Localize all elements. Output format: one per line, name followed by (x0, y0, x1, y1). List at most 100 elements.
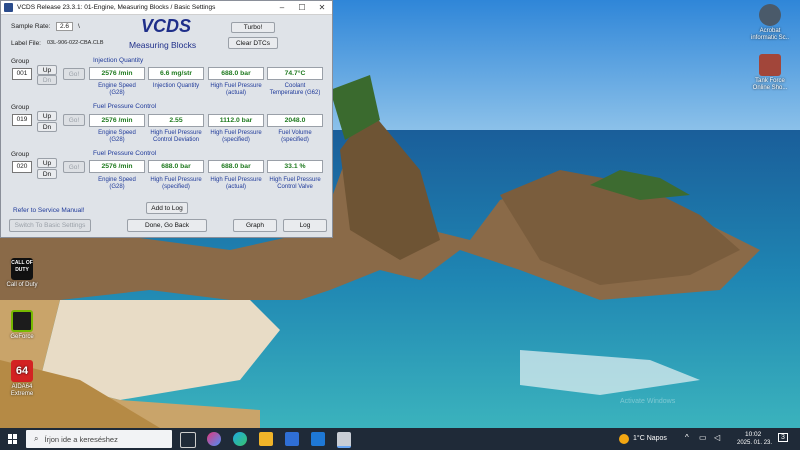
clock-time[interactable]: 10:02 (745, 431, 761, 438)
copilot-icon[interactable] (207, 432, 221, 446)
group-number-input[interactable]: 019 (12, 114, 32, 126)
task-view-icon[interactable] (180, 432, 196, 448)
edge-icon[interactable] (233, 432, 247, 446)
vcds-window: VCDS Release 23.3.1: 01-Engine, Measurin… (0, 0, 333, 238)
group-go-button[interactable]: Go! (63, 68, 85, 80)
value-caption: Coolant Temperature (G62) (269, 83, 321, 96)
desktop-icon-acrobat[interactable]: Acrobat informatic Sc.. (748, 4, 792, 42)
vcds-app-icon (4, 3, 13, 12)
aida64-icon: 64 (11, 360, 33, 382)
activation-watermark: Activate Windows (620, 398, 676, 405)
group-up-button[interactable]: Up (37, 65, 57, 75)
log-button[interactable]: Log (283, 219, 327, 232)
taskbar: ⌕ Írjon ide a kereséshez 1°C Napos ^ ▭ ◁… (0, 428, 800, 450)
desktop-icon-label: Acrobat informatic Sc.. (750, 28, 789, 41)
desktop-icon-aida64[interactable]: 64 AIDA64 Extreme (0, 360, 44, 398)
value-caption: Fuel Volume (specified) (278, 130, 312, 143)
group-title: Injection Quantity (93, 57, 144, 64)
call-of-duty-icon: CALL OF DUTY (11, 258, 33, 280)
value-field: 2576 /min (89, 67, 145, 80)
desktop-icon-tank-force[interactable]: Tank Force Online Sho... (748, 54, 792, 92)
minimize-icon[interactable]: – (272, 3, 292, 12)
value-field: 2576 /min (89, 114, 145, 127)
group-number-input[interactable]: 001 (12, 68, 32, 80)
value-caption: High Fuel Pressure Control Valve (269, 177, 321, 190)
file-explorer-icon[interactable] (259, 432, 273, 446)
value-field: 33.1 % (267, 160, 323, 173)
value-field: 688.0 bar (148, 160, 204, 173)
vcds-taskbar-icon[interactable] (337, 432, 351, 448)
group-up-button[interactable]: Up (37, 158, 57, 168)
add-to-log-button[interactable]: Add to Log (146, 202, 188, 214)
refer-service-manual-link[interactable]: Refer to Service Manual! (13, 207, 85, 214)
group-up-button[interactable]: Up (37, 111, 57, 121)
desktop-icon-call-of-duty[interactable]: CALL OF DUTY Call of Duty (0, 258, 44, 289)
nvidia-icon (11, 310, 33, 332)
search-icon: ⌕ (34, 434, 39, 443)
taskbar-search[interactable]: ⌕ Írjon ide a kereséshez (26, 430, 172, 448)
desktop-icon-label: AIDA64 Extreme (10, 384, 34, 397)
value-field: 2576 /min (89, 160, 145, 173)
group-label: Group (11, 151, 30, 158)
app-logo: VCDS (141, 16, 192, 36)
microsoft-store-icon[interactable] (285, 432, 299, 446)
value-caption: Engine Speed (G28) (98, 177, 136, 190)
value-caption: High Fuel Pressure (actual) (210, 83, 262, 96)
group-label: Group (11, 104, 30, 111)
value-field: 1112.0 bar (208, 114, 264, 127)
volume-icon[interactable]: ◁ (714, 433, 720, 442)
value-caption: High Fuel Pressure (specified) (150, 177, 202, 190)
value-caption: High Fuel Pressure (actual) (210, 177, 262, 190)
desktop: Acrobat informatic Sc.. Tank Force Onlin… (0, 0, 800, 428)
value-caption: High Fuel Pressure (specified) (210, 130, 262, 143)
group-down-button[interactable]: Dn (37, 169, 57, 179)
group-label: Group (11, 58, 30, 65)
network-icon[interactable]: ▭ (699, 433, 707, 442)
graph-button[interactable]: Graph (233, 219, 277, 232)
value-field: 688.0 bar (208, 160, 264, 173)
close-icon[interactable]: ✕ (312, 3, 332, 12)
window-title: VCDS Release 23.3.1: 01-Engine, Measurin… (17, 4, 216, 11)
value-field: 688.0 bar (208, 67, 264, 80)
title-bar[interactable]: VCDS Release 23.3.1: 01-Engine, Measurin… (1, 1, 332, 15)
group-go-button[interactable]: Go! (63, 114, 85, 126)
tray-chevron-icon[interactable]: ^ (685, 433, 689, 442)
group-title: Fuel Pressure Control (93, 150, 157, 157)
value-field: 2.55 (148, 114, 204, 127)
done-go-back-button[interactable]: Done, Go Back (127, 219, 207, 232)
desktop-icon-geforce[interactable]: GeForce (0, 310, 44, 341)
maximize-icon[interactable]: ☐ (292, 3, 312, 12)
clear-dtcs-button[interactable]: Clear DTCs (228, 37, 278, 49)
value-caption: Engine Speed (G28) (98, 130, 136, 143)
value-caption: Engine Speed (G28) (98, 83, 136, 96)
group-title: Fuel Pressure Control (93, 103, 157, 110)
sample-rate-label: Sample Rate: (11, 23, 51, 30)
value-field: 2048.0 (267, 114, 323, 127)
group-down-button[interactable]: Dn (37, 122, 57, 132)
notification-icon[interactable]: 3 (778, 433, 788, 442)
turbo-button[interactable]: Turbo! (231, 22, 275, 33)
clock-date[interactable]: 2025. 01. 23. (737, 440, 772, 446)
desktop-icon-label: GeForce (10, 334, 34, 340)
weather-icon (619, 434, 629, 444)
value-caption: High Fuel Pressure Control Deviation (150, 130, 202, 143)
switch-to-basic-settings-button[interactable]: Switch To Basic Settings (9, 219, 91, 232)
group-number-input[interactable]: 020 (12, 161, 32, 173)
mail-icon[interactable] (311, 432, 325, 446)
app-subtitle: Measuring Blocks (129, 40, 197, 50)
sample-rate-unit: \ (78, 23, 80, 30)
group-down-button[interactable]: Dn (37, 75, 57, 85)
label-file-value: 03L-906-022-CBA.CLB (47, 40, 104, 46)
group-go-button[interactable]: Go! (63, 161, 85, 173)
value-caption: Injection Quantity (152, 83, 200, 89)
value-field: 6.6 mg/str (148, 67, 204, 80)
app-icon (759, 54, 781, 76)
weather-text[interactable]: 1°C Napos (633, 435, 667, 442)
desktop-icon-label: Tank Force Online Sho... (752, 78, 788, 91)
search-input[interactable]: Írjon ide a kereséshez (44, 435, 117, 444)
desktop-icon-label: Call of Duty (6, 282, 38, 288)
sample-rate-value: 2.6 (56, 22, 74, 31)
windows-start-icon[interactable] (8, 434, 18, 444)
value-field: 74.7°C (267, 67, 323, 80)
app-icon (759, 4, 781, 26)
